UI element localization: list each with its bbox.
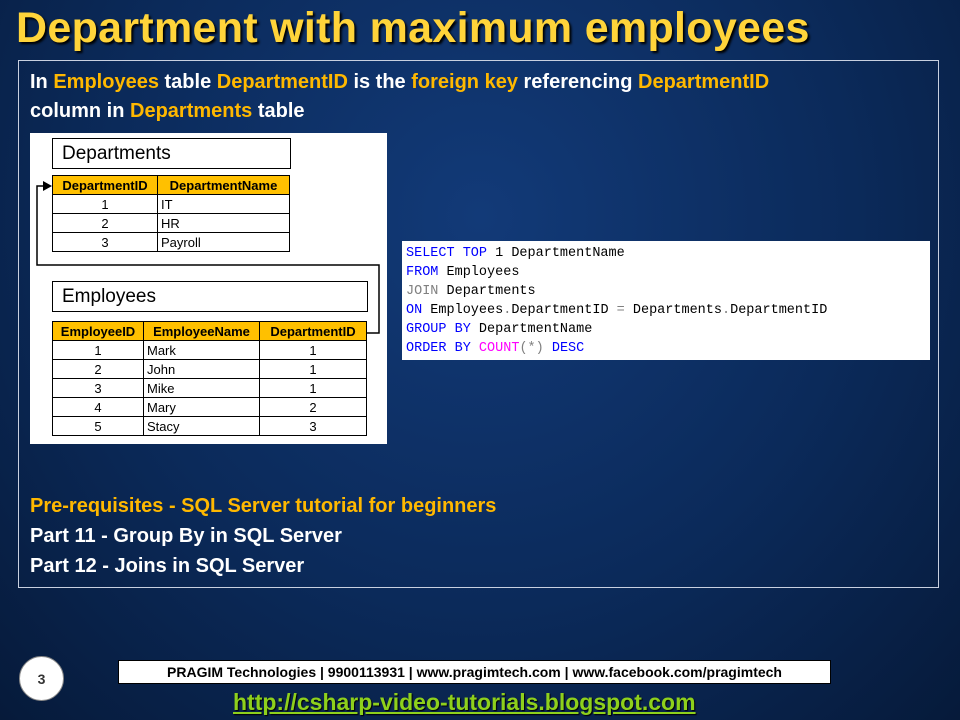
foreign-key-line bbox=[36, 185, 380, 334]
part-12-link[interactable]: Part 12 - Joins in SQL Server bbox=[30, 551, 496, 581]
footer-text: PRAGIM Technologies | 9900113931 | www.p… bbox=[167, 664, 782, 680]
footer-bar: PRAGIM Technologies | 9900113931 | www.p… bbox=[118, 660, 831, 684]
page-number-badge: 3 bbox=[19, 656, 64, 701]
page-number: 3 bbox=[37, 670, 46, 687]
blog-link[interactable]: http://csharp-video-tutorials.blogspot.c… bbox=[233, 689, 696, 716]
tables-diagram: Departments DepartmentID DepartmentName … bbox=[30, 133, 387, 444]
prerequisites-link[interactable]: Pre-requisites - SQL Server tutorial for… bbox=[30, 491, 496, 521]
intro-text: In Employees table DepartmentID is the f… bbox=[30, 71, 770, 122]
part-11-link[interactable]: Part 11 - Group By in SQL Server bbox=[30, 521, 496, 551]
slide-title: Department with maximum employees bbox=[16, 4, 810, 52]
tutorial-links: Pre-requisites - SQL Server tutorial for… bbox=[30, 491, 496, 581]
foreign-key-connector bbox=[36, 181, 380, 334]
arrowhead-icon bbox=[43, 181, 52, 191]
sql-query-code: SELECT TOP 1 DepartmentName FROM Employe… bbox=[402, 241, 930, 360]
